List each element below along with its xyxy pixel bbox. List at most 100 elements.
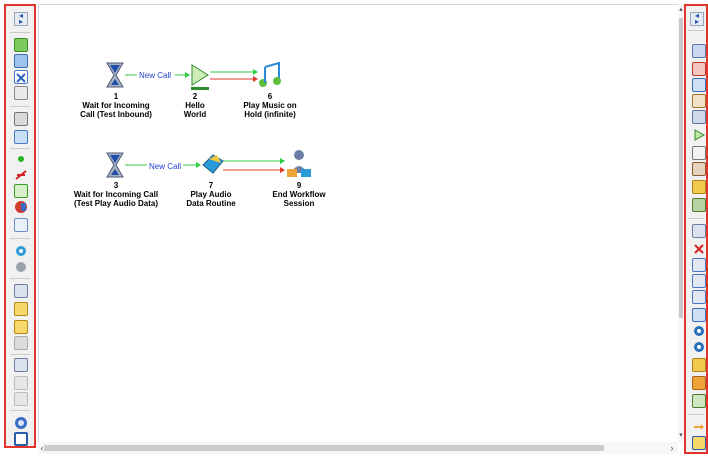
toolbar-divider bbox=[10, 32, 30, 33]
music-notes-icon bbox=[259, 61, 281, 87]
node-wait-incoming[interactable]: 1 Wait for Incoming Call (Test Inbound) bbox=[80, 92, 152, 119]
left-toolbar: ◂ ▸ bbox=[4, 4, 36, 448]
node-title-line2: (Test Play Audio Data) bbox=[73, 199, 158, 208]
email-icon[interactable] bbox=[14, 302, 28, 316]
node-number: 1 bbox=[113, 92, 119, 101]
node-title-line1: End Workflow bbox=[272, 190, 326, 199]
square-icon[interactable] bbox=[692, 146, 706, 160]
user-icon[interactable] bbox=[692, 44, 706, 58]
window-icon[interactable] bbox=[14, 432, 28, 446]
node-title-line1: Wait for Incoming Call bbox=[73, 190, 159, 199]
green-square-icon[interactable] bbox=[14, 38, 28, 52]
node-play-music-hold[interactable]: 6 Play Music on Hold (infinite) bbox=[243, 92, 296, 119]
toolbar-divider bbox=[688, 30, 704, 31]
edge-label: New Call bbox=[149, 162, 182, 171]
node-title-line1: Wait for Incoming bbox=[82, 101, 150, 110]
hourglass-icon bbox=[106, 152, 124, 178]
scroll-right-icon[interactable]: › bbox=[668, 442, 676, 454]
record-icon[interactable] bbox=[14, 168, 28, 182]
toolbar-divider bbox=[10, 410, 30, 411]
query-icon[interactable] bbox=[692, 274, 706, 288]
edge-arrowhead bbox=[280, 158, 285, 164]
collapse-toggle-icon[interactable]: ◂ ▸ bbox=[690, 12, 704, 26]
email-open-icon[interactable] bbox=[14, 320, 28, 334]
conference-icon[interactable] bbox=[14, 260, 28, 274]
database-icon[interactable] bbox=[692, 198, 706, 212]
person-warning-icon[interactable] bbox=[692, 376, 706, 390]
play-icon[interactable] bbox=[692, 128, 706, 142]
globe-icon[interactable] bbox=[14, 416, 28, 430]
vertical-scroll-thumb[interactable] bbox=[679, 18, 683, 318]
node-hello-world[interactable]: 2 Hello World bbox=[184, 92, 207, 119]
node-title-line1: Hello bbox=[185, 101, 205, 110]
audio-alt-icon[interactable] bbox=[692, 340, 706, 354]
toolbar-divider bbox=[10, 354, 30, 355]
person-icon[interactable] bbox=[692, 78, 706, 92]
person-stack-icon[interactable] bbox=[692, 308, 706, 322]
hourglass-alt-icon[interactable] bbox=[14, 358, 28, 372]
node-number: 6 bbox=[267, 92, 273, 101]
person-alt-icon[interactable] bbox=[692, 110, 706, 124]
phone-icon[interactable] bbox=[692, 162, 706, 176]
node-title-line2: Session bbox=[283, 199, 315, 208]
node-number: 2 bbox=[192, 92, 198, 101]
node-end-workflow-session[interactable]: 9 End Workflow Session bbox=[272, 181, 325, 208]
hourglass-icon[interactable] bbox=[692, 224, 706, 238]
cancel-icon[interactable] bbox=[692, 242, 706, 256]
toolbar-divider bbox=[688, 218, 704, 219]
edge-arrowhead bbox=[280, 167, 285, 173]
record-icon[interactable] bbox=[692, 62, 706, 76]
sound-icon[interactable] bbox=[14, 392, 28, 406]
node-title-line2: World bbox=[183, 110, 207, 119]
link-icon[interactable] bbox=[14, 336, 28, 350]
toolbar-divider bbox=[10, 148, 30, 149]
toolbar-divider bbox=[10, 278, 30, 279]
workflow-edges bbox=[106, 61, 311, 178]
branch-x-icon[interactable] bbox=[14, 70, 28, 84]
music-icon[interactable] bbox=[692, 258, 706, 272]
arrow-icon[interactable] bbox=[14, 376, 28, 390]
audio-icon[interactable] bbox=[692, 324, 706, 338]
hourglass-icon bbox=[106, 62, 124, 88]
edge-label: New Call bbox=[139, 71, 172, 80]
green-dot-icon[interactable] bbox=[14, 152, 28, 166]
toolbar-divider bbox=[688, 414, 704, 415]
node-title-line2: Data Routine bbox=[186, 199, 236, 208]
copy-blocks-icon[interactable] bbox=[14, 54, 28, 68]
node-title-line2: Call (Test Inbound) bbox=[80, 110, 152, 119]
collapse-toggle-icon[interactable]: ◂ ▸ bbox=[14, 12, 28, 26]
email-icon[interactable] bbox=[692, 436, 706, 450]
right-toolbar: ◂ ▸ bbox=[684, 4, 708, 454]
arrow-icon[interactable] bbox=[692, 420, 706, 434]
node-play-audio-data[interactable]: 7 Play Audio Data Routine bbox=[186, 181, 235, 208]
audio-data-icon bbox=[202, 154, 224, 174]
config-icon[interactable] bbox=[692, 394, 706, 408]
transfer-icon[interactable] bbox=[14, 130, 28, 144]
node-number: 7 bbox=[208, 181, 214, 190]
edge-arrowhead bbox=[253, 69, 258, 75]
node-title-line1: Play Music on bbox=[243, 101, 297, 110]
hourglass-icon[interactable] bbox=[14, 284, 28, 298]
query-alt-icon[interactable] bbox=[692, 290, 706, 304]
red-phone-icon[interactable] bbox=[14, 200, 28, 214]
phone-hook-icon[interactable] bbox=[14, 112, 28, 126]
workflow-canvas[interactable]: New Call 1 Wait for Incoming Call (Test … bbox=[38, 4, 679, 443]
node-number: 3 bbox=[113, 181, 119, 190]
edge-arrowhead bbox=[253, 76, 258, 82]
exit-icon[interactable] bbox=[692, 180, 706, 194]
horizontal-scrollbar[interactable]: ‹ › bbox=[38, 442, 678, 454]
list-icon[interactable] bbox=[14, 218, 28, 232]
node-wait-incoming-audio[interactable]: 3 Wait for Incoming Call (Test Play Audi… bbox=[74, 181, 158, 208]
horizontal-scroll-thumb[interactable] bbox=[44, 445, 604, 451]
green-exit-icon[interactable] bbox=[14, 184, 28, 198]
node-number: 9 bbox=[296, 181, 302, 190]
transfer-icon[interactable] bbox=[692, 94, 706, 108]
play-icon bbox=[191, 64, 209, 90]
edge-arrowhead bbox=[196, 162, 201, 168]
edge-arrowhead bbox=[185, 72, 190, 78]
person-gear-icon[interactable] bbox=[692, 358, 706, 372]
dial-icon[interactable] bbox=[14, 86, 28, 100]
toolbar-divider bbox=[10, 238, 30, 239]
node-title-line2: Hold (infinite) bbox=[244, 110, 296, 119]
audio-icon[interactable] bbox=[14, 244, 28, 258]
